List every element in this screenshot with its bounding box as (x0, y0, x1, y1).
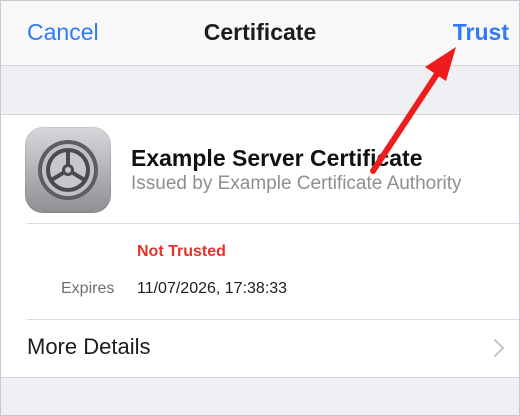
section-spacer (1, 378, 519, 415)
trust-status-label: Not Trusted (137, 243, 226, 260)
expires-value: 11/07/2026, 17:38:33 (137, 280, 288, 297)
certificate-card: Example Server Certificate Issued by Exa… (1, 115, 519, 378)
expires-label: Expires (61, 280, 115, 297)
section-spacer (1, 66, 519, 115)
trust-button[interactable]: Trust (453, 19, 509, 46)
chevron-right-icon (494, 339, 504, 357)
more-details-row[interactable]: More Details (1, 320, 519, 377)
settings-gear-icon (25, 127, 111, 213)
navigation-bar: Cancel Certificate Trust (1, 1, 519, 66)
page-title: Certificate (203, 19, 317, 45)
certificate-issuer: Issued by Example Certificate Authority (131, 173, 462, 194)
more-details-label: More Details (27, 334, 151, 359)
divider (27, 223, 519, 224)
certificate-screen: Cancel Certificate Trust Example Server … (0, 0, 520, 416)
certificate-name: Example Server Certificate (131, 145, 423, 171)
